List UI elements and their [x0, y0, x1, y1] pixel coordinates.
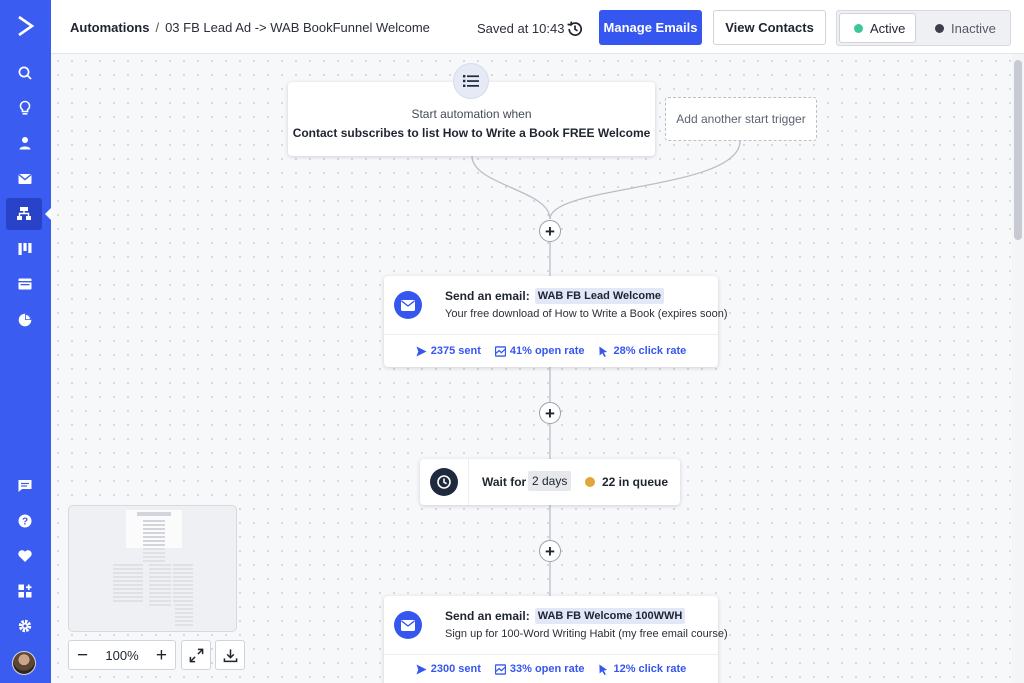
send-icon: [416, 345, 427, 357]
email-name-tag[interactable]: WAB FB Lead Welcome: [534, 288, 664, 304]
add-step-button[interactable]: +: [539, 220, 561, 242]
minimap-node: [175, 588, 193, 628]
minimap-node: [137, 512, 171, 516]
email-step-title: Send an email: WAB FB Lead Welcome: [445, 288, 664, 304]
zoom-out-button[interactable]: −: [77, 646, 88, 665]
email-subject: Sign up for 100-Word Writing Habit (my f…: [445, 628, 728, 640]
add-start-trigger-button[interactable]: Add another start trigger: [665, 97, 817, 141]
minimap-node: [143, 520, 165, 546]
email-step-title: Send an email: WAB FB Welcome 100WWH: [445, 608, 686, 624]
open-rate: 41% open rate: [509, 345, 585, 357]
open-rate-stat[interactable]: 33% open rate: [494, 663, 585, 675]
add-step-button[interactable]: +: [539, 540, 561, 562]
wait-step-card[interactable]: Wait for 2 days 22 in queue: [420, 459, 680, 505]
cursor-icon: [599, 345, 608, 357]
email-stats: 2375 sent 41% open rate 28% click rate: [384, 334, 718, 367]
queue-count: 22 in queue: [602, 475, 669, 489]
email-name-tag[interactable]: WAB FB Welcome 100WWH: [534, 608, 686, 624]
sent-stat[interactable]: 2375 sent: [416, 345, 481, 357]
queue-dot-icon: [585, 477, 595, 487]
click-rate-stat[interactable]: 12% click rate: [598, 663, 686, 675]
add-step-button[interactable]: +: [539, 402, 561, 424]
fit-to-screen-button[interactable]: [181, 640, 211, 670]
trigger-label: Start automation when: [411, 107, 532, 121]
download-button[interactable]: [215, 640, 245, 670]
sent-stat[interactable]: 2300 sent: [416, 663, 481, 675]
wait-label: Wait for: [482, 475, 527, 489]
open-rate-stat[interactable]: 41% open rate: [494, 345, 585, 357]
cursor-icon: [599, 663, 608, 675]
open-email-icon: [494, 663, 506, 675]
email-step-label: Send an email:: [445, 609, 530, 623]
vertical-scrollbar[interactable]: [1012, 54, 1024, 683]
download-icon: [223, 648, 237, 662]
zoom-in-button[interactable]: +: [156, 646, 167, 665]
zoom-level: 100%: [105, 647, 139, 663]
send-email-step-card[interactable]: Send an email: WAB FB Welcome 100WWH Sig…: [384, 596, 728, 683]
scrollbar-thumb[interactable]: [1014, 60, 1022, 240]
zoom-control: − 100% +: [68, 640, 176, 670]
email-icon: [394, 291, 422, 319]
open-rate: 33% open rate: [509, 663, 585, 675]
minimap-node: [149, 564, 171, 608]
send-icon: [416, 663, 427, 675]
send-email-step-card[interactable]: Send an email: WAB FB Lead Welcome Your …: [384, 276, 727, 367]
minimap-node: [113, 564, 143, 604]
queue-status[interactable]: 22 in queue: [585, 475, 668, 489]
minimap[interactable]: [68, 505, 237, 632]
click-rate: 28% click rate: [613, 345, 687, 357]
open-email-icon: [494, 345, 506, 357]
sent-count: 2300 sent: [430, 663, 481, 675]
click-rate: 12% click rate: [613, 663, 687, 675]
trigger-condition: Contact subscribes to list How to Write …: [292, 126, 651, 140]
email-stats: 2300 sent 33% open rate 12% click rate: [384, 654, 718, 683]
email-icon: [394, 611, 422, 639]
expand-icon: [189, 648, 203, 662]
email-step-label: Send an email:: [445, 289, 530, 303]
email-subject: Your free download of How to Write a Boo…: [445, 308, 728, 320]
minimap-node: [143, 548, 165, 562]
clock-icon: [430, 468, 458, 496]
list-icon: [453, 63, 489, 99]
wait-duration[interactable]: 2 days: [528, 471, 572, 491]
sent-count: 2375 sent: [430, 345, 481, 357]
divider: [468, 459, 469, 505]
click-rate-stat[interactable]: 28% click rate: [598, 345, 686, 357]
